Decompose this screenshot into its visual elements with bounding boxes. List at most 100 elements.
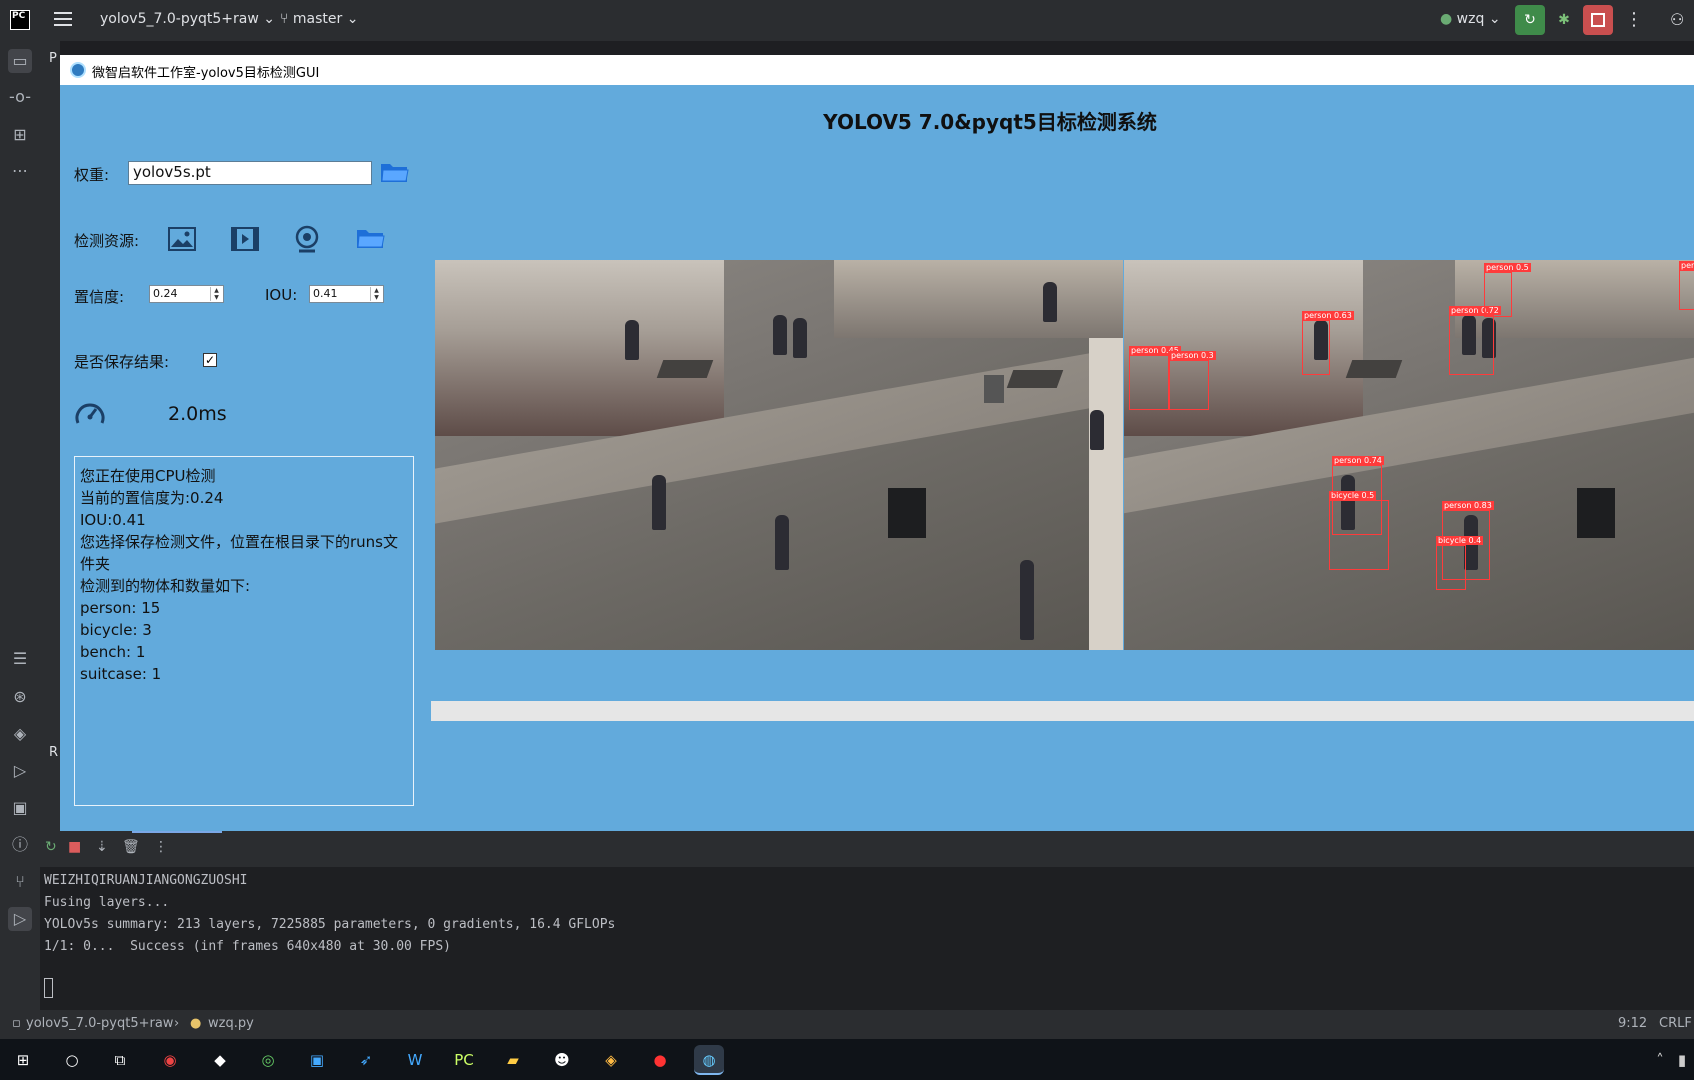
orange-app-icon[interactable]: ◈ — [596, 1045, 626, 1075]
microphone-icon[interactable]: ▮ — [1672, 1045, 1692, 1075]
yolo-gui-window: 微智启软件工作室-yolov5目标检测GUI YOLOV5 7.0&pyqt5目… — [60, 55, 1694, 831]
windows-start-icon[interactable]: ⊞ — [8, 1045, 38, 1075]
branch-selector[interactable]: ⑂ master ⌄ — [280, 11, 358, 27]
chevron-down-icon: ⌄ — [346, 11, 359, 27]
project-folder-icon[interactable]: ▭ — [8, 49, 32, 73]
iou-value: 0.41 — [313, 287, 338, 300]
detection-box: person 0.72 — [1449, 306, 1501, 375]
run-icon[interactable]: ▷ — [8, 907, 32, 931]
feather-app-icon[interactable]: ➶ — [351, 1045, 381, 1075]
run-console[interactable]: WEIZHIQIRUANJIANGONGZUOSHI Fusing layers.… — [40, 867, 1694, 1009]
folder-source-icon[interactable] — [356, 227, 386, 249]
more-options-icon[interactable]: ⋮ — [1625, 9, 1643, 30]
camera-source-icon[interactable] — [294, 225, 320, 253]
scroll-to-end-icon[interactable]: ⇣ — [96, 839, 108, 855]
python-file-icon: ● — [190, 1016, 202, 1031]
log-line: bicycle: 3 — [80, 621, 152, 639]
python-packages-icon[interactable]: ⊛ — [8, 685, 32, 709]
log-line: bench: 1 — [80, 643, 146, 661]
commit-icon[interactable]: -o- — [8, 85, 32, 109]
status-file[interactable]: wzq.py — [208, 1016, 254, 1031]
source-label: 检测资源: — [74, 232, 140, 250]
clear-all-icon[interactable]: 🗑 — [122, 839, 140, 855]
services-icon[interactable]: ▷ — [8, 759, 32, 783]
pycharm-icon[interactable]: PC — [449, 1045, 479, 1075]
avatar-app-icon[interactable]: ☻ — [547, 1045, 577, 1075]
debug-button[interactable]: ✱ — [1552, 8, 1576, 32]
chrome-icon[interactable]: ◉ — [155, 1045, 185, 1075]
console-cursor — [44, 978, 53, 998]
console-line: Fusing layers... — [44, 895, 170, 910]
run-config-name: wzq — [1456, 11, 1485, 27]
iou-spinbox[interactable]: 0.41 ▲ ▼ — [309, 285, 384, 303]
record-icon[interactable]: ● — [645, 1045, 675, 1075]
structure-icon[interactable]: ⊞ — [8, 123, 32, 147]
console-line: 1/1: 0... Success (inf frames 640x480 at… — [44, 939, 451, 954]
word-icon[interactable]: W — [400, 1045, 430, 1075]
line-ending[interactable]: CRLF — [1659, 1016, 1692, 1031]
detection-box: person 0.47 — [1679, 261, 1694, 310]
yolo-gui-taskbar-icon[interactable]: ◍ — [694, 1045, 724, 1075]
inference-time: 2.0ms — [168, 403, 227, 425]
source-image-view — [435, 260, 1123, 650]
pycharm-logo-icon: PC — [10, 10, 30, 30]
chevron-up-icon[interactable]: ˄ — [1650, 1045, 1670, 1075]
log-line: IOU:0.41 — [80, 511, 146, 529]
green-app-icon[interactable]: ◎ — [253, 1045, 283, 1075]
search-icon[interactable]: ○ — [57, 1045, 87, 1075]
python-icon: ● — [1440, 11, 1453, 27]
git-icon[interactable]: ⑂ — [8, 870, 32, 894]
weights-input[interactable]: yolov5s.pt — [128, 161, 372, 185]
stop-button[interactable] — [1583, 5, 1613, 35]
cursor-position[interactable]: 9:12 — [1618, 1016, 1647, 1031]
speedometer-icon — [75, 403, 105, 424]
more-tools-icon[interactable]: ⋯ — [8, 159, 32, 183]
stop-icon[interactable]: ■ — [68, 839, 81, 855]
save-result-checkbox[interactable]: ✓ — [203, 353, 217, 367]
detection-box: person 0.5 — [1484, 263, 1531, 317]
detection-box: bicycle 0.4 — [1436, 536, 1484, 590]
chevron-down-icon: ⌄ — [1488, 11, 1501, 27]
more-options-icon[interactable]: ⋮ — [154, 839, 168, 855]
console-line: WEIZHIQIRUANJIANGONGZUOSHI — [44, 873, 248, 888]
spin-arrows-icon[interactable]: ▲ ▼ — [370, 287, 382, 301]
image-source-icon[interactable] — [168, 227, 196, 251]
project-selector[interactable]: yolov5_7.0-pyqt5+raw ⌄ — [100, 11, 275, 27]
log-line: 检测到的物体和数量如下: — [80, 577, 251, 595]
video-source-icon[interactable] — [231, 227, 259, 251]
run-panel-toolbar: ↻ ■ ⇣ 🗑 ⋮ — [40, 831, 1694, 867]
spin-arrows-icon[interactable]: ▲ ▼ — [210, 287, 222, 301]
task-view-icon[interactable]: ⧉ — [105, 1045, 135, 1075]
log-line: 您选择保存检测文件，位置在根目录下的runs文件夹 — [80, 533, 398, 573]
main-menu-icon[interactable] — [54, 12, 72, 28]
detection-log: 您正在使用CPU检测 当前的置信度为:0.24 IOU:0.41 您选择保存检测… — [74, 456, 414, 806]
app-window-title: 微智启软件工作室-yolov5目标检测GUI — [92, 66, 320, 81]
add-user-icon[interactable]: ⚇ — [1670, 10, 1684, 29]
git-branch-icon: ⑂ — [280, 11, 293, 27]
chevron-down-icon: ⌄ — [263, 11, 275, 27]
status-project[interactable]: yolov5_7.0-pyqt5+raw — [26, 1016, 173, 1031]
detection-box: bicycle 0.5 — [1329, 491, 1389, 570]
progress-bar[interactable] — [431, 701, 1694, 721]
open-weights-folder-icon[interactable] — [380, 161, 410, 183]
rerun-icon[interactable]: ↻ — [45, 839, 57, 855]
log-line: suitcase: 1 — [80, 665, 162, 683]
blue-app-icon[interactable]: ▣ — [302, 1045, 332, 1075]
layers-icon[interactable]: ◈ — [8, 722, 32, 746]
confidence-value: 0.24 — [153, 287, 178, 300]
todo-list-icon[interactable]: ☰ — [8, 647, 32, 671]
rerun-button[interactable]: ↻ — [1515, 5, 1545, 35]
detection-box: person 0.3 — [1169, 351, 1216, 410]
weights-label: 权重: — [74, 166, 110, 184]
run-tab-underline — [132, 831, 222, 833]
rerun-icon: ↻ — [1524, 12, 1536, 28]
save-result-label: 是否保存结果: — [74, 353, 170, 371]
qq-icon[interactable]: ◆ — [205, 1045, 235, 1075]
detection-box: person 0.63 — [1302, 311, 1354, 375]
confidence-spinbox[interactable]: 0.24 ▲ ▼ — [149, 285, 224, 303]
terminal-icon[interactable]: ▣ — [8, 796, 32, 820]
file-explorer-icon[interactable]: ▰ — [498, 1045, 528, 1075]
log-line: 您正在使用CPU检测 — [80, 467, 216, 485]
run-config-selector[interactable]: ● wzq ⌄ — [1440, 11, 1501, 27]
problems-icon[interactable]: ⓘ — [8, 833, 32, 857]
